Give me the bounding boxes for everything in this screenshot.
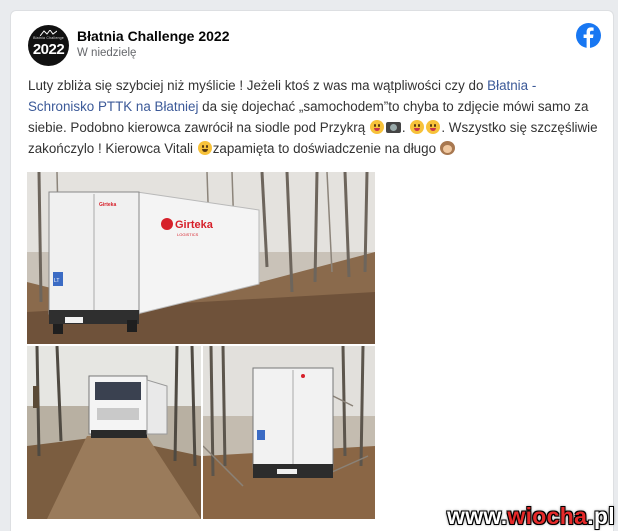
trailer-rear-brand: Girteka (99, 202, 116, 208)
page-name-link[interactable]: Błatnia Challenge 2022 (77, 28, 230, 44)
grinning-tongue-emoji-icon (369, 120, 384, 134)
camera-emoji-icon (385, 122, 401, 133)
watermark-suffix: .pl (587, 503, 615, 529)
post-text-part: zapamięta to doświadczenie na długo (212, 141, 440, 156)
page-avatar[interactable]: Błatnia Challenge 2022 (28, 25, 69, 66)
post-body: Luty zbliża się szybciej niż myślicie ! … (28, 75, 603, 159)
avatar-year: 2022 (32, 41, 65, 58)
post-text-part: Luty zbliża się szybciej niż myślicie ! … (28, 78, 488, 93)
post-photo-truck-rear[interactable] (203, 346, 375, 519)
grinning-tongue-emoji-icon (410, 120, 425, 134)
watermark-prefix: www. (447, 503, 508, 529)
crying-emoji-icon (197, 141, 212, 155)
post-photo-main[interactable]: Girteka LOGISTICS Girteka LT (27, 172, 375, 344)
post-photo-truck-front[interactable] (27, 346, 201, 519)
see-no-evil-monkey-emoji-icon (439, 141, 455, 155)
winking-tongue-emoji-icon (426, 120, 441, 134)
trailer-sub-label: LOGISTICS (177, 232, 199, 237)
plate-country-label: LT (54, 278, 59, 284)
trailer-brand-label: Girteka (175, 219, 214, 231)
avatar-caption: Błatnia Challenge (33, 36, 64, 40)
facebook-logo-icon[interactable] (576, 23, 601, 48)
facebook-post: Błatnia Challenge 2022 Błatnia Challenge… (10, 10, 615, 531)
watermark-highlight: wiocha (507, 503, 588, 529)
post-timestamp[interactable]: W niedzielę (77, 47, 136, 59)
post-text-part: . (401, 120, 410, 135)
site-watermark: www.wiocha.pl (447, 503, 615, 530)
